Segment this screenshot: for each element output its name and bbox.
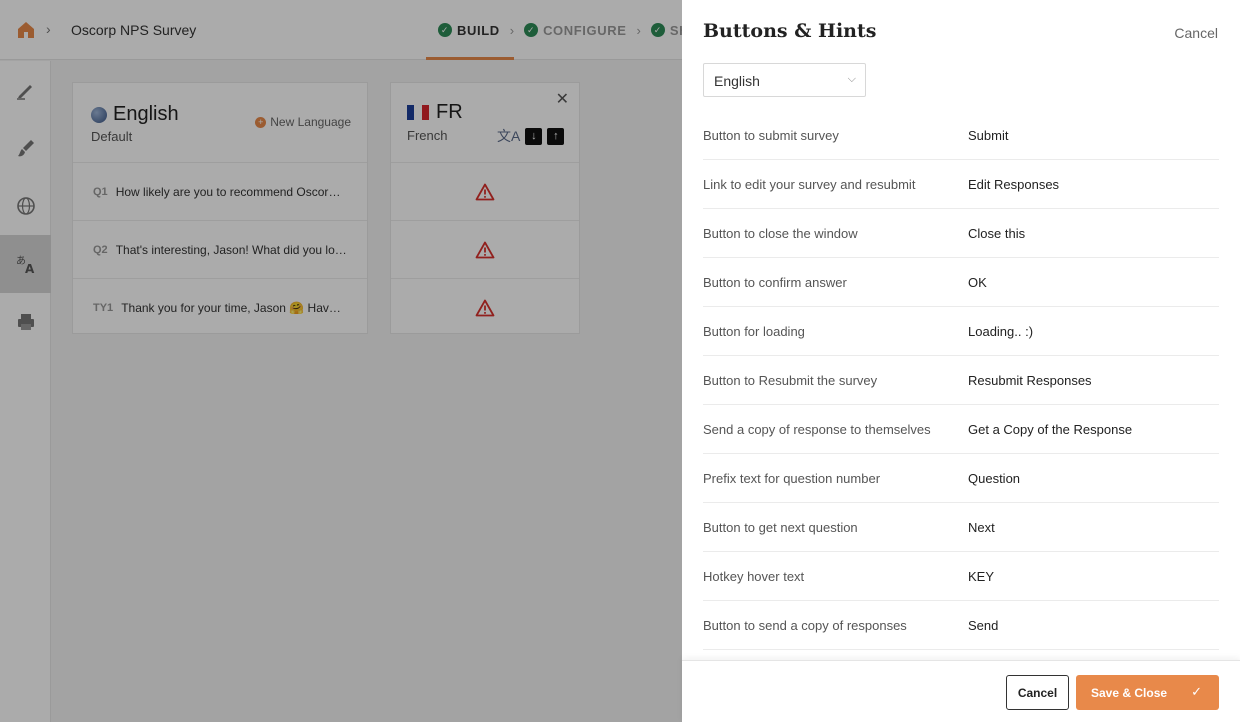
check-icon: ✓	[1191, 684, 1202, 699]
hint-label: Button for loading	[703, 323, 805, 339]
hint-value-input[interactable]: Loading.. :)	[968, 324, 1033, 339]
save-close-button[interactable]: Save & Close ✓	[1076, 675, 1219, 710]
hint-row: Button to confirm answer OK	[703, 258, 1219, 307]
hint-row: Send a copy of response to themselves Get…	[703, 405, 1219, 454]
hint-label: Send a copy of response to themselves	[703, 421, 931, 437]
hint-value-input[interactable]: Resubmit Responses	[968, 373, 1092, 388]
language-select-value: English	[714, 73, 760, 89]
hint-label: Link to edit your survey and resubmit	[703, 176, 916, 192]
save-close-label: Save & Close	[1091, 685, 1168, 700]
hint-value-input[interactable]: Close this	[968, 226, 1025, 241]
hint-value-input[interactable]: Question	[968, 471, 1020, 486]
buttons-hints-drawer: Buttons & Hints Cancel English ⌵ Button …	[682, 0, 1240, 722]
cancel-link[interactable]: Cancel	[1174, 25, 1218, 41]
hint-row: Hotkey hover text KEY	[703, 552, 1219, 601]
hint-rows: Button to submit survey Submit Link to ed…	[703, 111, 1219, 659]
hint-value-input[interactable]: Next	[968, 520, 995, 535]
drawer-footer: Cancel Save & Close ✓	[682, 660, 1240, 722]
hint-value-input[interactable]: KEY	[968, 569, 994, 584]
hint-value-input[interactable]: Edit Responses	[968, 177, 1059, 192]
hint-label: Button to confirm answer	[703, 274, 847, 290]
hint-value-input[interactable]: Get a Copy of the Response	[968, 422, 1132, 437]
drawer-title: Buttons & Hints	[703, 20, 877, 42]
hint-row: Link to edit your survey and resubmit Edi…	[703, 160, 1219, 209]
hint-row: Button to close the window Close this	[703, 209, 1219, 258]
language-select[interactable]: English ⌵	[703, 63, 866, 97]
hint-row: Button to submit survey Submit	[703, 111, 1219, 160]
hint-label: Button to get next question	[703, 519, 858, 535]
hint-label: Button to submit survey	[703, 127, 839, 143]
modal-backdrop[interactable]	[0, 0, 682, 722]
hint-label: Button to send a copy of responses	[703, 617, 907, 633]
hint-value-input[interactable]: Send	[968, 618, 998, 633]
hint-value-input[interactable]: Submit	[968, 128, 1008, 143]
hint-row: Button to get next question Next	[703, 503, 1219, 552]
cancel-button[interactable]: Cancel	[1006, 675, 1069, 710]
hint-label: Button to close the window	[703, 225, 858, 241]
hint-row: Prefix text for question number Question	[703, 454, 1219, 503]
hint-label: Hotkey hover text	[703, 568, 805, 584]
chevron-down-icon: ⌵	[847, 73, 856, 85]
hint-label: Prefix text for question number	[703, 470, 881, 486]
hint-value-input[interactable]: OK	[968, 275, 987, 290]
hint-row: Button for loading Loading.. :)	[703, 307, 1219, 356]
hint-label: Button to Resubmit the survey	[703, 372, 878, 388]
hint-row: Button to send a copy of responses Send	[703, 601, 1219, 650]
hint-row: Button to Resubmit the survey Resubmit Re…	[703, 356, 1219, 405]
